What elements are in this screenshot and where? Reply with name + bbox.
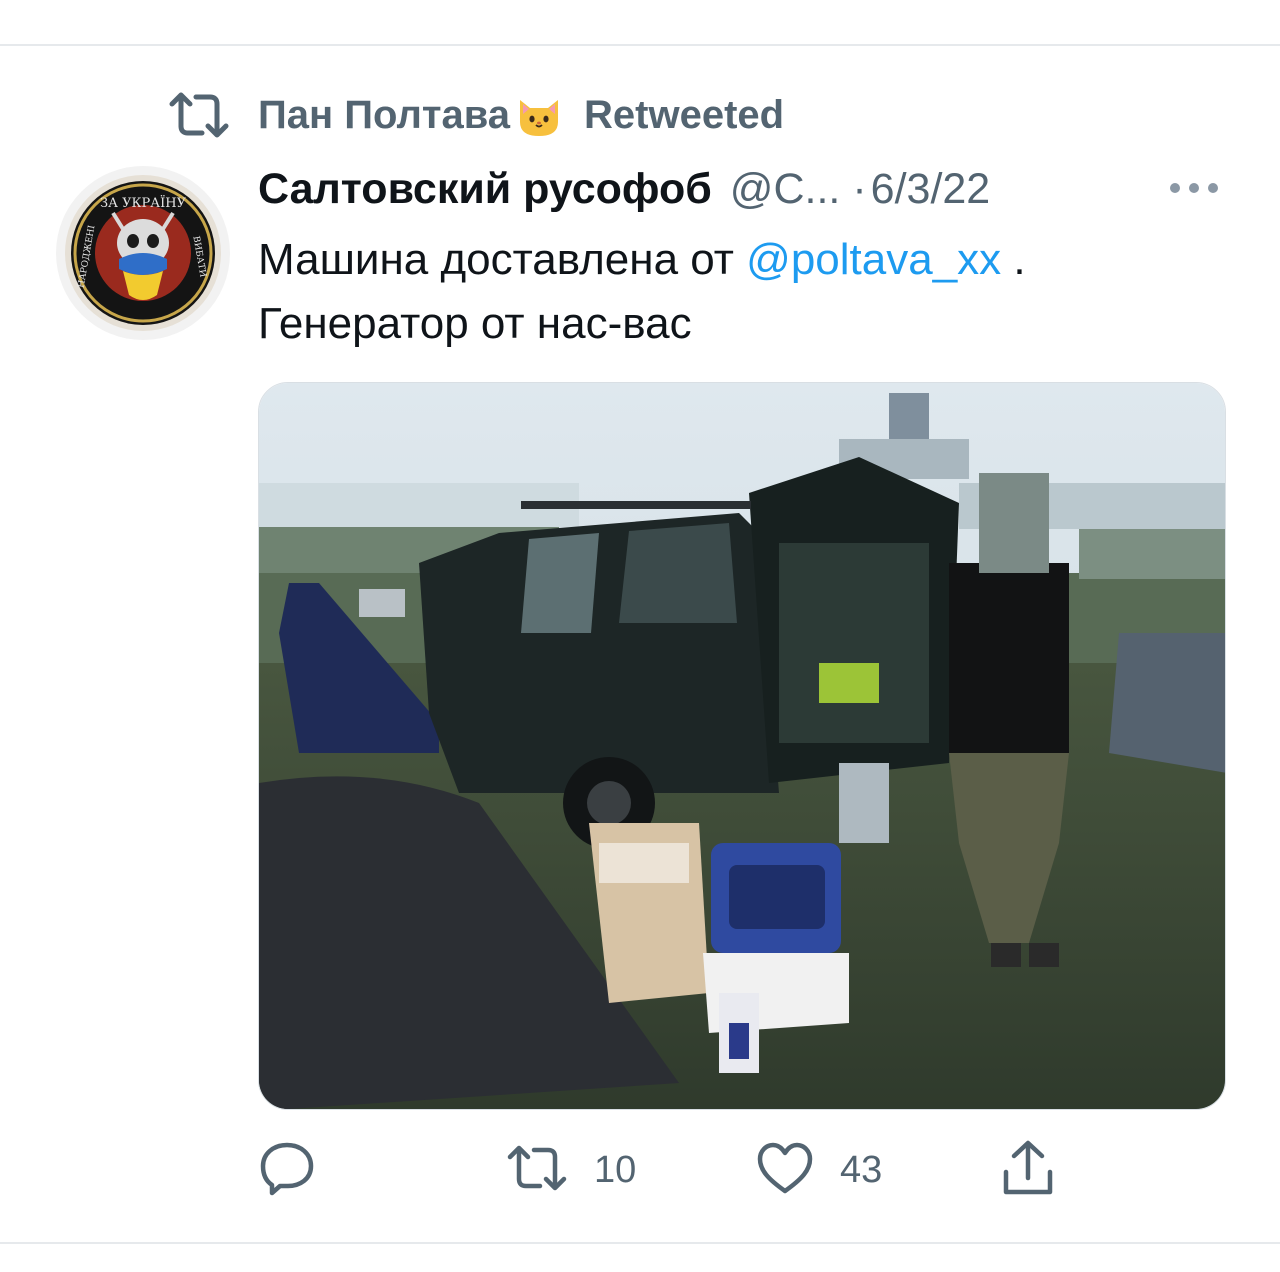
like-button[interactable]: 43: [756, 1138, 882, 1202]
tweet-header: Салтовский русофоб @С... · 6/3/22: [258, 160, 1228, 218]
more-dot: [1189, 183, 1199, 193]
heart-icon: [756, 1141, 814, 1200]
tweet-photo[interactable]: [258, 382, 1226, 1110]
more-dot: [1208, 183, 1218, 193]
retweet-icon: [506, 1143, 568, 1198]
like-count: 43: [840, 1148, 883, 1191]
retweet-context: Пан Полтава Retweeted: [168, 88, 784, 142]
author-name[interactable]: Салтовский русофоб: [258, 165, 712, 214]
tweet-date[interactable]: 6/3/22: [871, 165, 991, 214]
badge-text-top: ЗА УКРАЇНУ: [100, 194, 187, 211]
top-divider: [0, 44, 1280, 46]
more-options-icon[interactable]: [1170, 176, 1218, 200]
reply-icon: [258, 1139, 316, 1202]
tweet-text-line2: Генератор от нас-вас: [258, 299, 692, 348]
author-avatar[interactable]: ЗА УКРАЇНУ НАРОДЖЕНІ ВИБАТИ: [56, 166, 230, 340]
author-handle[interactable]: @С...: [730, 165, 841, 214]
share-button[interactable]: [1000, 1138, 1056, 1202]
tweet-text-part1: Машина доставлена от: [258, 235, 747, 284]
retweet-button[interactable]: 10: [506, 1138, 636, 1202]
more-dot: [1170, 183, 1180, 193]
tweet-text: Машина доставлена от @poltava_xx . Генер…: [258, 228, 1218, 356]
retweeter-name[interactable]: Пан Полтава: [258, 93, 510, 138]
retweeted-label: Retweeted: [584, 92, 785, 137]
share-icon: [1000, 1138, 1056, 1203]
retweet-count: 10: [594, 1148, 637, 1191]
bottom-divider: [0, 1242, 1280, 1244]
mention-link[interactable]: @poltava_xx: [746, 235, 1001, 284]
reply-button[interactable]: [258, 1138, 316, 1202]
cat-face-emoji: [514, 90, 564, 140]
tweet-actions: 10 43: [258, 1138, 1078, 1202]
date-separator: ·: [852, 164, 867, 213]
retweet-icon: [168, 88, 230, 142]
tweet-text-part2: .: [1001, 235, 1026, 284]
